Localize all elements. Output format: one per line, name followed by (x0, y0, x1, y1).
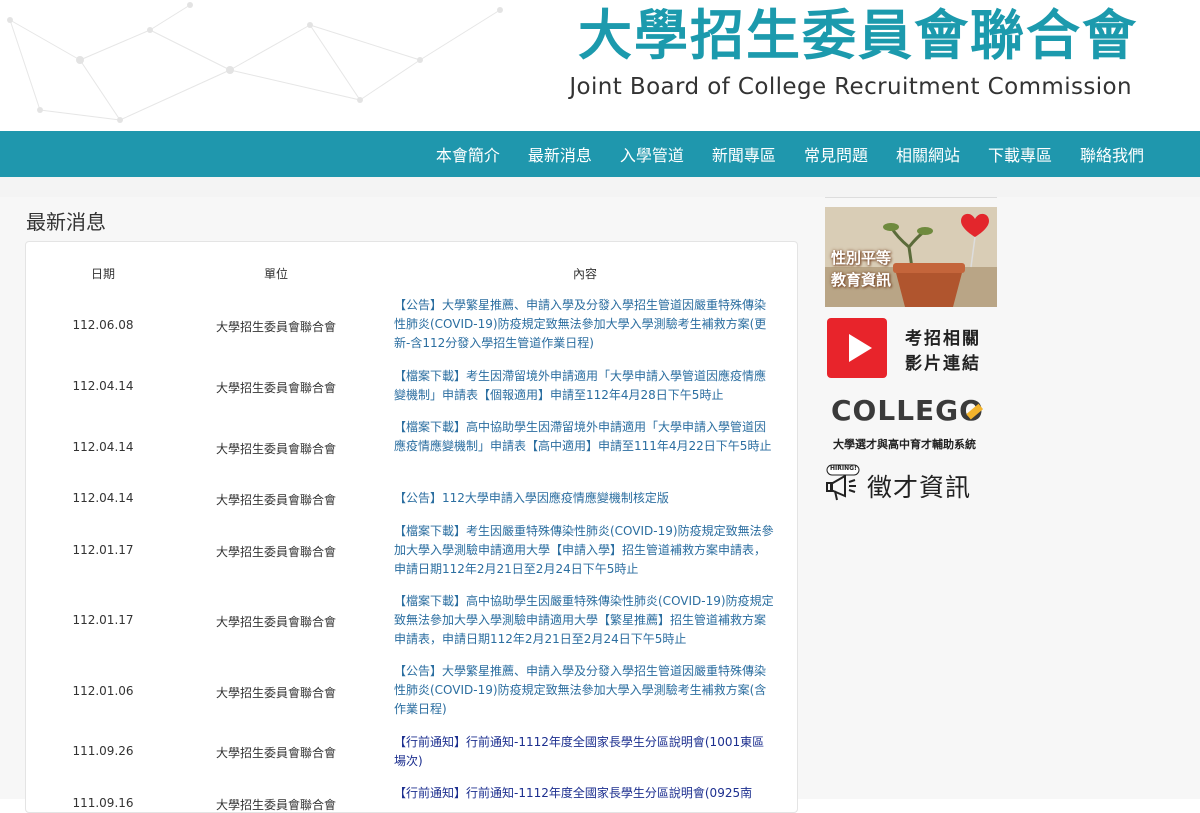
video-banner-label-2: 影片連結 (905, 354, 981, 374)
page-title: 最新消息 (26, 210, 106, 234)
sidebar-divider (825, 197, 997, 198)
table-row-date: 112.01.17 (72, 543, 134, 557)
table-row-unit: 大學招生委員會聯合會 (215, 442, 336, 456)
table-row-date: 112.04.14 (72, 440, 134, 454)
nav-item-news[interactable]: 最新消息 (528, 142, 592, 166)
gender-equality-banner[interactable]: 性別平等教育資訊 (825, 207, 997, 307)
column-header-content: 內容 (572, 267, 597, 281)
nav-item-related-sites[interactable]: 相關網站 (896, 142, 960, 166)
college-system-banner[interactable]: COLLEGO 大學選才與高中育才輔助系統 (825, 394, 997, 454)
nav-item-press[interactable]: 新聞專區 (712, 142, 776, 166)
table-row-unit: 大學招生委員會聯合會 (215, 493, 336, 507)
table-row-link[interactable]: 【檔案下載】考生因滯留境外申請適用「大學申請入學管道因應疫情應變機制」申請表【個… (394, 367, 776, 405)
column-header-date: 日期 (90, 267, 115, 281)
nav-item-downloads[interactable]: 下載專區 (988, 142, 1052, 166)
college-logo: COLLEGO (831, 394, 984, 427)
table-row-link[interactable]: 【公告】112大學申請入學因應疫情應變機制核定版 (394, 489, 776, 508)
table-row-link[interactable]: 【行前通知】行前通知-1112年度全國家長學生分區說明會(1001東區場次) (394, 733, 776, 771)
nav-item-about[interactable]: 本會簡介 (436, 142, 500, 166)
nav-item-admission-channels[interactable]: 入學管道 (620, 142, 684, 166)
table-row-date: 112.01.06 (72, 684, 134, 698)
site-title-chinese[interactable]: 大學招生委員會聯合會 (578, 4, 1138, 68)
table-row-link[interactable]: 【公告】大學繁星推薦、申請入學及分發入學招生管道因嚴重特殊傳染性肺炎(COVID… (394, 296, 776, 353)
video-links-banner[interactable]: 考招相關 影片連結 (825, 316, 997, 380)
network-pattern-decoration (7, 2, 503, 123)
table-row-link[interactable]: 【檔案下載】高中協助學生因嚴重特殊傳染性肺炎(COVID-19)防疫規定致無法參… (394, 592, 776, 649)
table-row-unit: 大學招生委員會聯合會 (215, 686, 336, 700)
table-row-link[interactable]: 【檔案下載】高中協助學生因滯留境外申請適用「大學申請入學管道因應疫情應變機制」申… (394, 418, 776, 456)
table-row-link[interactable]: 【檔案下載】考生因嚴重特殊傳染性肺炎(COVID-19)防疫規定致無法參加大學入… (394, 522, 776, 579)
table-row-link[interactable]: 【公告】大學繁星推薦、申請入學及分發入學招生管道因嚴重特殊傳染性肺炎(COVID… (394, 662, 776, 719)
table-row-unit: 大學招生委員會聯合會 (215, 320, 336, 334)
video-banner-label-1: 考招相關 (905, 329, 981, 349)
main-navigation: 本會簡介 最新消息 入學管道 新聞專區 常見問題 相關網站 下載專區 聯絡我們 (0, 131, 1200, 177)
gender-banner-label: 性別平等教育資訊 (831, 249, 892, 289)
table-row-unit: 大學招生委員會聯合會 (215, 615, 336, 629)
site-title-english: Joint Board of College Recruitment Commi… (569, 74, 1132, 100)
table-row-date: 111.09.16 (72, 796, 134, 810)
site-header: 大學招生委員會聯合會 Joint Board of College Recrui… (0, 0, 1200, 131)
pencil-icon (966, 403, 984, 420)
nav-item-contact[interactable]: 聯絡我們 (1080, 142, 1144, 166)
nav-item-faq[interactable]: 常見問題 (804, 142, 868, 166)
college-banner-caption: 大學選才與高中育才輔助系統 (833, 438, 976, 451)
decorative-strip (0, 177, 1200, 197)
hiring-banner-label: 徵才資訊 (867, 473, 972, 502)
table-row-date: 111.09.26 (72, 744, 134, 758)
table-row-link[interactable]: 【行前通知】行前通知-1112年度全國家長學生分區說明會(0925南 (394, 784, 776, 803)
table-row-date: 112.04.14 (72, 491, 134, 505)
table-row-date: 112.06.08 (72, 318, 134, 332)
table-row-unit: 大學招生委員會聯合會 (215, 545, 336, 559)
youtube-play-icon (827, 318, 887, 378)
hiring-badge: HIRING! (830, 465, 857, 472)
table-row-unit: 大學招生委員會聯合會 (215, 381, 336, 395)
table-row-unit: 大學招生委員會聯合會 (215, 746, 336, 760)
table-row-date: 112.04.14 (72, 379, 134, 393)
hiring-info-banner[interactable]: HIRING! 徵才資訊 (825, 462, 985, 506)
column-header-unit: 單位 (263, 267, 288, 281)
table-row-date: 112.01.17 (72, 613, 134, 627)
